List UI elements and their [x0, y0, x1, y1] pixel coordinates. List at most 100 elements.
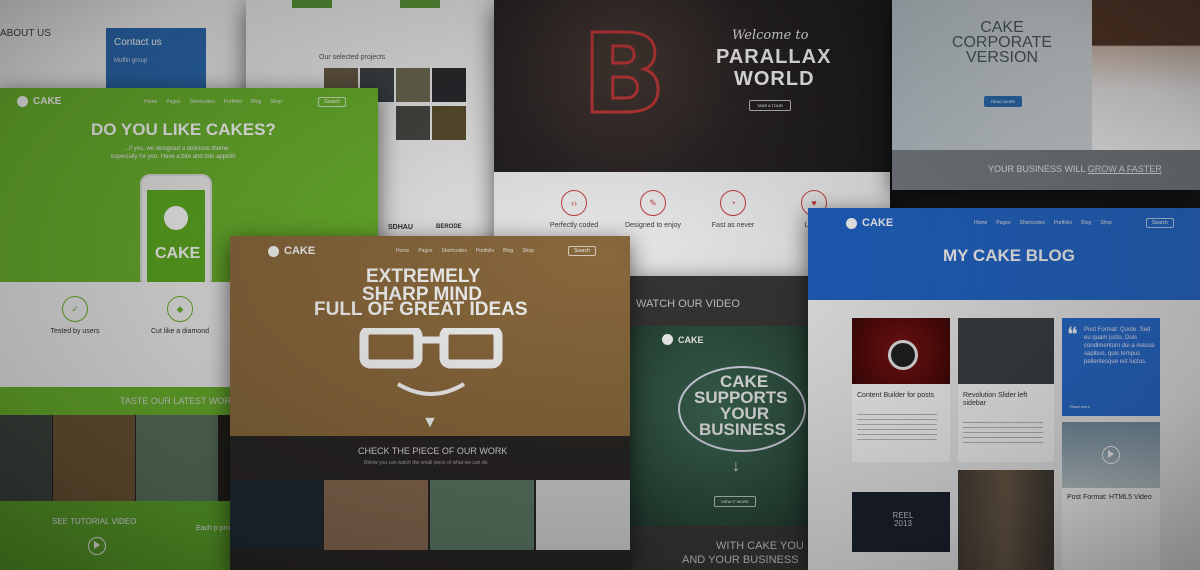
nav-portfolio[interactable]: Portfolio	[1054, 220, 1072, 226]
feature-tested: ✓ Tested by users	[40, 296, 110, 335]
quote-post[interactable]: ❝ Post Format: Quote. Sed eu quam justo.…	[1062, 318, 1160, 416]
logo-text: CAKE	[678, 334, 704, 345]
logo[interactable]: CAKE	[846, 217, 893, 229]
post-image	[958, 318, 1054, 384]
blog-title: MY CAKE BLOG	[943, 246, 1075, 265]
view-more-button[interactable]: VIEW IT MORE	[714, 496, 756, 507]
project-thumb[interactable]	[432, 68, 466, 102]
search-button[interactable]: Search	[318, 97, 346, 107]
video-thumb	[1062, 422, 1160, 488]
nav-home[interactable]: Home	[396, 248, 409, 254]
work-heading: CHECK THE PIECE OF OUR WORK	[358, 446, 508, 456]
corporate-tagline: YOUR BUSINESS WILL GROW A FASTER	[988, 164, 1162, 174]
work-thumb[interactable]	[536, 480, 630, 550]
post-card[interactable]: Content Builder for posts	[852, 318, 950, 462]
cake-logo-icon	[662, 334, 673, 345]
play-icon[interactable]	[1102, 446, 1120, 464]
quote-text: Post Format: Quote. Sed eu quam justo. D…	[1084, 327, 1155, 365]
project-thumb[interactable]	[396, 106, 430, 140]
nav-shortcodes[interactable]: Shortcodes	[1020, 220, 1045, 226]
footer-line-2: AND YOUR BUSINESS	[682, 554, 799, 566]
corporate-title: CAKE CORPORATE VERSION	[951, 19, 1053, 66]
arrow-down-icon: ▼	[422, 414, 438, 431]
contact-group: Muffin group	[114, 58, 148, 64]
search-button[interactable]: Search	[1146, 218, 1174, 228]
post-image	[852, 318, 950, 384]
hero-subtitle-1: ...if yes, we designed a delicious theme	[124, 146, 229, 152]
work-thumb[interactable]	[0, 415, 52, 501]
hero-title-1: PARALLAX	[716, 46, 832, 68]
nav-shop[interactable]: Shop	[270, 99, 282, 105]
read-more-button[interactable]: READ MORE	[984, 96, 1023, 107]
corporate-hero: CAKE CORPORATE VERSION READ MORE	[892, 0, 1200, 150]
preview-brown-cake-page: CAKE Home Pages Shortcodes Portfolio Blo…	[230, 236, 630, 570]
tagline-part-a: YOUR BUSINESS WILL	[988, 164, 1088, 174]
nav-home[interactable]: Home	[974, 220, 987, 226]
top-button-b[interactable]	[400, 0, 440, 8]
video-post[interactable]: Post Format: HTML5 Video	[1062, 422, 1160, 570]
hero-letter-b: B	[581, 9, 668, 140]
footer-line-1: WITH CAKE YOU	[716, 540, 804, 552]
reel-label: REEL 2013	[892, 511, 914, 528]
post-image[interactable]	[958, 470, 1054, 570]
work-thumb[interactable]	[430, 480, 534, 550]
blog-header: CAKE Home Pages Shortcodes Portfolio Blo…	[808, 208, 1200, 300]
nav-portfolio[interactable]: Portfolio	[224, 99, 242, 105]
work-subheading: Below you can watch the small piece of w…	[364, 460, 488, 466]
post-excerpt	[963, 422, 1043, 444]
nav-portfolio[interactable]: Portfolio	[476, 248, 494, 254]
post-card[interactable]: Revolution Slider left sidebar	[958, 318, 1054, 462]
read-more-link[interactable]: Read more	[1070, 404, 1090, 409]
brand-logo-b: BERODE	[436, 224, 462, 230]
nav-pages[interactable]: Pages	[996, 220, 1010, 226]
feature-label: Fast as never	[711, 222, 755, 229]
reel-post[interactable]: REEL 2013	[852, 492, 950, 552]
nav-blog[interactable]: Blog	[503, 248, 513, 254]
logo[interactable]: CAKE	[17, 96, 61, 107]
hero-headline: DO YOU LIKE CAKES?	[91, 120, 276, 139]
hero-welcome: Welcome to	[732, 28, 809, 43]
coffee-cup-icon	[888, 340, 918, 370]
contact-box: Contact us Muffin group	[106, 28, 206, 95]
thumb-icon: ✓	[62, 296, 88, 322]
nav-pages[interactable]: Pages	[166, 99, 180, 105]
work-thumb[interactable]	[230, 480, 322, 550]
project-thumb[interactable]	[396, 68, 430, 102]
feature-label: Designed to enjoy	[624, 222, 682, 229]
logo[interactable]: CAKE	[268, 245, 315, 257]
work-thumb[interactable]	[136, 415, 218, 501]
nav-blog[interactable]: Blog	[1081, 220, 1091, 226]
video-heading: SEE TUTORIAL VIDEO	[52, 517, 137, 526]
nav-pages[interactable]: Pages	[418, 248, 432, 254]
chalk-line-4: BUSINESS	[699, 420, 786, 439]
preview-blog-page: CAKE Home Pages Shortcodes Portfolio Blo…	[808, 208, 1200, 570]
search-button[interactable]: Search	[568, 246, 596, 256]
woman-photo	[1092, 0, 1200, 150]
preview-about-page: ABOUT US Contact us Muffin group	[0, 0, 250, 95]
nav-blog[interactable]: Blog	[251, 99, 261, 105]
latest-work-heading: TASTE OUR LATEST WORK	[120, 396, 238, 406]
nav-shortcodes[interactable]: Shortcodes	[190, 99, 215, 105]
nav-shortcodes[interactable]: Shortcodes	[442, 248, 467, 254]
parallax-hero: B Welcome to PARALLAX WORLD TAKE A TOUR	[494, 0, 890, 172]
work-thumb[interactable]	[324, 480, 428, 550]
project-thumb[interactable]	[432, 106, 466, 140]
top-button-a[interactable]	[292, 0, 332, 8]
main-nav: Home Pages Shortcodes Portfolio Blog Sho…	[396, 248, 534, 254]
diamond-icon: ◆	[167, 296, 193, 322]
glasses-icon	[359, 328, 503, 396]
quote-icon: ❝	[1067, 324, 1078, 346]
logo[interactable]: CAKE	[662, 334, 704, 345]
logo-text: CAKE	[862, 217, 894, 229]
post-title: Content Builder for posts	[857, 392, 935, 399]
nav-shop[interactable]: Shop	[1100, 220, 1112, 226]
play-icon[interactable]	[88, 537, 106, 555]
cake-logo-icon	[17, 96, 28, 107]
work-thumb[interactable]	[53, 415, 135, 501]
cake-logo-icon	[268, 245, 279, 257]
hero-subtitle-2: especially for you. Have a bite and bon …	[111, 154, 236, 160]
tour-button[interactable]: TAKE A TOUR	[749, 100, 791, 111]
nav-home[interactable]: Home	[144, 99, 157, 105]
feature-coded: ‹› Perfectly coded	[534, 190, 614, 229]
nav-shop[interactable]: Shop	[522, 248, 534, 254]
